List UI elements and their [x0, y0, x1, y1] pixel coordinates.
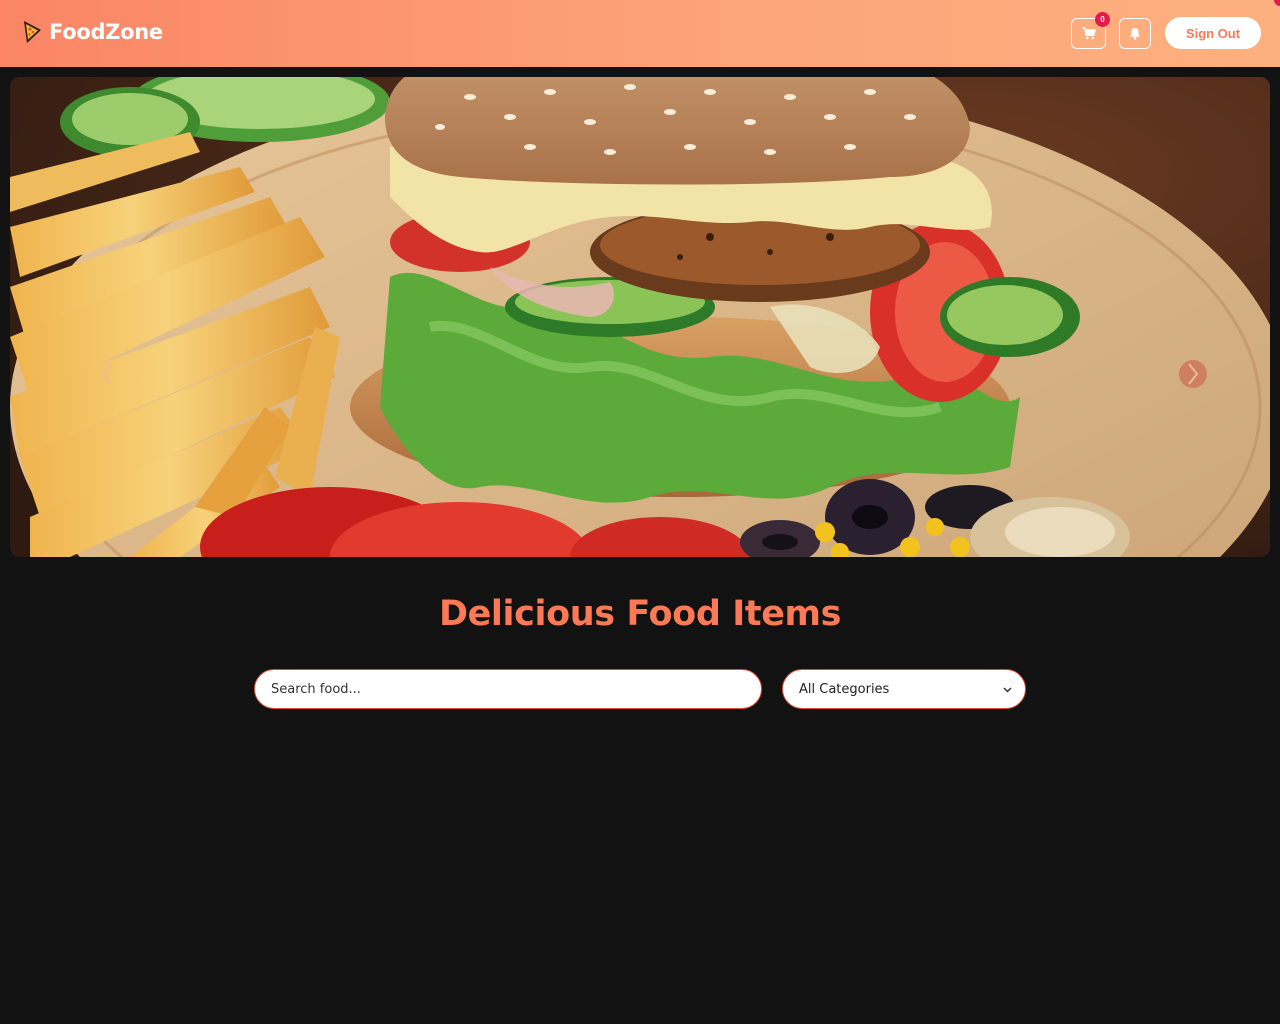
brand-logo[interactable]: FoodZone [22, 19, 163, 45]
navbar-actions: 0 Sign Out [1071, 11, 1261, 49]
cart-icon [1082, 26, 1096, 39]
carousel-previous-button[interactable] [93, 360, 121, 388]
cart-count-badge: 0 [1095, 11, 1110, 27]
pizza-slice-icon [24, 21, 41, 43]
search-input[interactable] [254, 669, 762, 709]
burger-and-fries-image [10, 77, 1270, 557]
category-select[interactable]: All Categories [782, 669, 1026, 709]
corner-indicator [1274, 0, 1280, 6]
chevron-right-icon [1188, 363, 1199, 385]
cart-button[interactable]: 0 [1071, 11, 1110, 49]
chevron-down-icon [1003, 687, 1012, 693]
top-navbar: FoodZone 0 Sign Out [0, 0, 1280, 67]
carousel-next-button[interactable] [1179, 360, 1207, 388]
sign-out-button[interactable]: Sign Out [1165, 17, 1261, 49]
hero-carousel [10, 77, 1270, 557]
bell-icon [1130, 27, 1140, 40]
notifications-button[interactable] [1119, 17, 1151, 49]
chevron-left-icon [101, 363, 112, 385]
page-title: Delicious Food Items [438, 594, 842, 634]
category-select-value: All Categories [799, 681, 890, 697]
brand-name: FoodZone [49, 20, 163, 44]
